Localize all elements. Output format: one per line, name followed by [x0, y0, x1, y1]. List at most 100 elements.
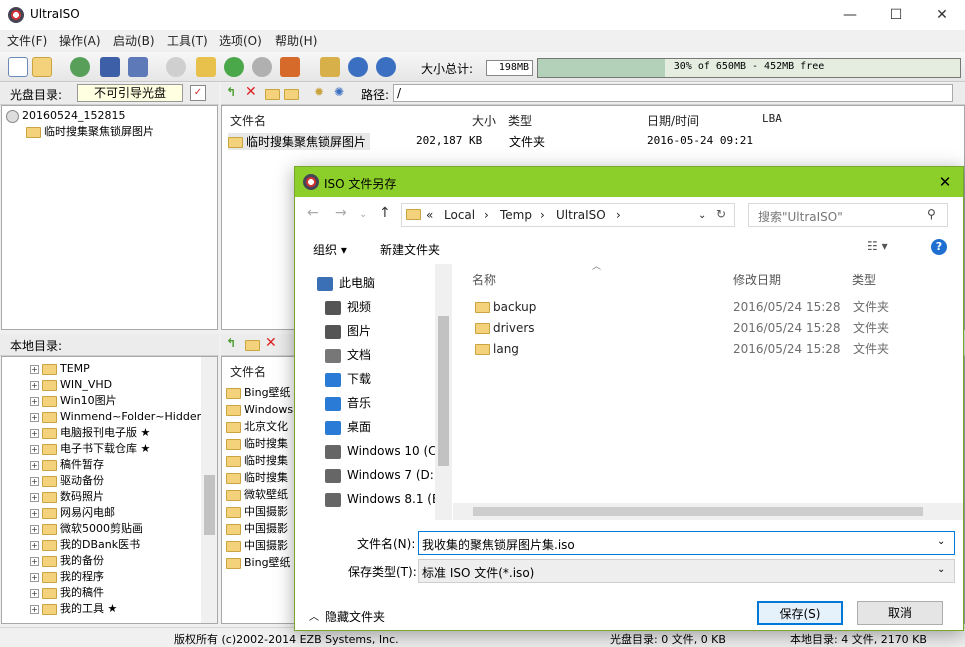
delete-icon[interactable]: ✕: [265, 335, 277, 351]
list-item[interactable]: 中国摄影: [226, 538, 288, 554]
nav-item[interactable]: Windows 8.1 (E: [325, 488, 440, 510]
recent-dropdown-icon[interactable]: ⌄: [359, 209, 367, 220]
hide-folders-toggle[interactable]: 隐藏文件夹: [325, 608, 385, 625]
file-row[interactable]: backup 2016/05/24 15:28 文件夹: [475, 297, 935, 317]
expand-icon[interactable]: +: [30, 396, 39, 406]
col-name[interactable]: 文件名: [230, 363, 266, 380]
tree-item[interactable]: + 驱动备份: [30, 473, 104, 489]
tree-item[interactable]: + WIN_VHD: [30, 377, 112, 393]
close-button[interactable]: ✕: [919, 0, 965, 30]
col-lba[interactable]: LBA: [762, 112, 782, 125]
expand-icon[interactable]: +: [30, 524, 39, 534]
col-name-header[interactable]: 名称: [472, 271, 496, 288]
list-item[interactable]: Bing壁纸: [226, 385, 291, 401]
open-icon[interactable]: [32, 57, 52, 77]
col-date[interactable]: 日期/时间: [647, 112, 699, 129]
expand-icon[interactable]: +: [30, 572, 39, 582]
chevron-down-icon[interactable]: ⌄: [937, 536, 945, 547]
chevron-down-icon[interactable]: ⌄: [698, 210, 706, 221]
expand-icon[interactable]: +: [30, 428, 39, 438]
forward-arrow-icon[interactable]: →: [335, 205, 347, 221]
gear-icon[interactable]: ✹: [314, 85, 324, 99]
expand-icon[interactable]: +: [30, 364, 39, 374]
list-item[interactable]: 微软壁纸: [226, 487, 288, 503]
expand-icon[interactable]: +: [30, 556, 39, 566]
col-type[interactable]: 类型: [508, 112, 532, 129]
nav-item[interactable]: 音乐: [325, 392, 371, 414]
nav-item[interactable]: 下载: [325, 368, 371, 390]
cancel-button[interactable]: 取消: [857, 601, 943, 625]
compress-icon[interactable]: [224, 57, 244, 77]
list-item[interactable]: 临时搜集: [226, 453, 288, 469]
horizontal-scrollbar[interactable]: [453, 503, 963, 520]
tree-item[interactable]: + 我的DBank医书: [30, 537, 140, 553]
col-type-header[interactable]: 类型: [852, 271, 876, 288]
help-icon[interactable]: ?: [931, 239, 947, 255]
filename-input[interactable]: 我收集的聚焦锁屏图片集.iso ⌄: [418, 531, 955, 555]
format-icon[interactable]: [280, 57, 300, 77]
minimize-button[interactable]: —: [827, 0, 873, 30]
new-folder-button[interactable]: 新建文件夹: [380, 241, 440, 258]
boot-check-icon[interactable]: ✓: [190, 85, 206, 101]
file-row[interactable]: lang 2016/05/24 15:28 文件夹: [475, 339, 935, 359]
col-size[interactable]: 大小: [472, 112, 496, 129]
menu-tools[interactable]: 工具(T): [164, 32, 211, 48]
tree-item[interactable]: + 我的备份: [30, 553, 104, 569]
breadcrumb-ultraiso[interactable]: UltraISO: [556, 208, 606, 222]
extract-icon[interactable]: [70, 57, 90, 77]
nav-item[interactable]: 图片: [325, 320, 371, 342]
menu-help[interactable]: 帮助(H): [272, 32, 320, 48]
expand-icon[interactable]: +: [30, 380, 39, 390]
tree-item[interactable]: + 我的程序: [30, 569, 104, 585]
tree-item[interactable]: + Win10图片: [30, 393, 117, 409]
scroll-thumb[interactable]: [473, 507, 923, 516]
boot-status-field[interactable]: 不可引导光盘: [77, 84, 183, 102]
menu-file[interactable]: 文件(F): [4, 32, 50, 48]
tree-item[interactable]: + 稿件暂存: [30, 457, 104, 473]
breadcrumb-temp[interactable]: Temp: [500, 208, 532, 222]
local-tree-scrollbar[interactable]: [201, 357, 217, 623]
scroll-thumb[interactable]: [438, 316, 449, 466]
chevron-up-icon[interactable]: ︿: [309, 608, 319, 623]
up-arrow-icon[interactable]: ↰: [226, 85, 236, 99]
expand-icon[interactable]: +: [30, 460, 39, 470]
virtual-drive-icon[interactable]: [252, 57, 272, 77]
delete-icon[interactable]: ✕: [245, 84, 257, 100]
menu-action[interactable]: 操作(A): [56, 32, 104, 48]
back-arrow-icon[interactable]: ←: [307, 205, 319, 221]
list-item[interactable]: 临时搜集: [226, 436, 288, 452]
nav-item[interactable]: 视频: [325, 296, 371, 318]
save-button[interactable]: 保存(S): [757, 601, 843, 625]
view-options-icon[interactable]: ☷ ▾: [867, 239, 888, 253]
menu-options[interactable]: 选项(O): [216, 32, 265, 48]
new-folder-icon[interactable]: [265, 87, 283, 101]
tree-item[interactable]: + 电脑报刊电子版 ★: [30, 425, 150, 441]
tree-item[interactable]: + 网易闪电邮: [30, 505, 115, 521]
breadcrumb-overflow[interactable]: «: [426, 208, 433, 222]
help-icon[interactable]: [376, 57, 396, 77]
organize-button[interactable]: 组织 ▾: [313, 241, 347, 258]
up-arrow-icon[interactable]: ↑: [379, 205, 391, 221]
save-as-icon[interactable]: [128, 57, 148, 77]
list-item[interactable]: 临时搜集: [226, 470, 288, 486]
expand-icon[interactable]: +: [30, 492, 39, 502]
expand-icon[interactable]: +: [30, 476, 39, 486]
dialog-close-button[interactable]: ✕: [933, 173, 957, 193]
info-icon[interactable]: [348, 57, 368, 77]
properties-icon[interactable]: [320, 57, 340, 77]
expand-icon[interactable]: +: [30, 412, 39, 422]
tree-item[interactable]: + 电子书下载仓库 ★: [30, 441, 150, 457]
address-bar[interactable]: « Local › Temp › UltraISO › ⌄ ↻: [401, 203, 735, 227]
tree-item[interactable]: + 我的工具 ★: [30, 601, 117, 617]
breadcrumb-separator[interactable]: ›: [616, 208, 621, 222]
expand-icon[interactable]: +: [30, 604, 39, 614]
col-date-header[interactable]: 修改日期: [733, 271, 781, 288]
tree-item[interactable]: + 微软5000剪贴画: [30, 521, 143, 537]
folder-icon[interactable]: [284, 87, 302, 101]
nav-item[interactable]: Windows 7 (D:: [325, 464, 434, 486]
nav-item[interactable]: 桌面: [325, 416, 371, 438]
list-item[interactable]: Windows: [226, 402, 293, 418]
nav-item[interactable]: 文档: [325, 344, 371, 366]
list-item[interactable]: Bing壁纸: [226, 555, 291, 571]
up-arrow-icon[interactable]: ↰: [226, 336, 236, 350]
